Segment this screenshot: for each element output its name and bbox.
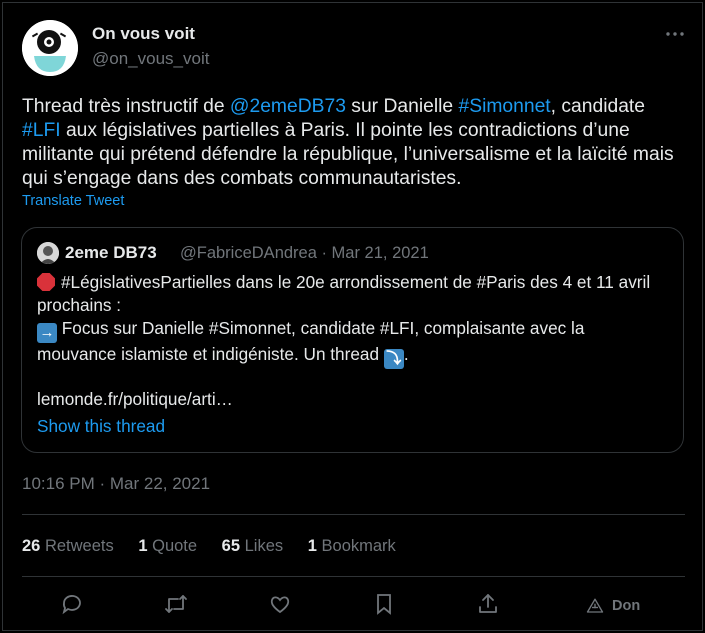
engagement-stats: 26 Retweets 1 Quote 65 Likes 1 Bookmark bbox=[22, 537, 416, 556]
tweet-text-segment: Thread très instructif de bbox=[22, 96, 230, 117]
quoted-line-1: #LégislativesPartielles dans le 20e arro… bbox=[37, 272, 651, 315]
tweet-text-segment: aux législatives partielles à Paris. Il … bbox=[22, 120, 674, 189]
share-button[interactable] bbox=[476, 592, 502, 618]
retweets-stat[interactable]: 26 Retweets bbox=[22, 537, 114, 555]
quoted-handle-date: @FabriceDAndrea · Mar 21, 2021 bbox=[180, 244, 429, 262]
author-handle[interactable]: @on_vous_voit bbox=[92, 49, 209, 69]
tweet-timestamp[interactable]: 10:16 PM · Mar 22, 2021 bbox=[22, 474, 210, 494]
author-avatar[interactable] bbox=[22, 20, 78, 76]
divider bbox=[22, 514, 685, 515]
quoted-tweet-card[interactable]: 2eme DB73 @FabriceDAndrea · Mar 21, 2021… bbox=[21, 227, 684, 453]
portrait-avatar-icon bbox=[37, 242, 59, 264]
donate-label: Don bbox=[612, 598, 641, 614]
quoted-url[interactable]: lemonde.fr/politique/arti… bbox=[37, 389, 233, 410]
tweet-text-segment: , candidate bbox=[550, 96, 646, 117]
donate-button[interactable]: Don bbox=[586, 596, 640, 616]
bookmark-icon bbox=[377, 594, 391, 615]
divider bbox=[22, 576, 685, 577]
reply-icon bbox=[62, 595, 81, 615]
down-turn-arrow-icon: ⤵ bbox=[383, 349, 404, 369]
mention-link[interactable]: @2emeDB73 bbox=[230, 96, 346, 117]
hashtag-link[interactable]: #LFI bbox=[22, 120, 61, 141]
donate-icon bbox=[586, 598, 604, 613]
quoted-author-name[interactable]: 2eme DB73 bbox=[65, 243, 157, 263]
more-dots-icon bbox=[666, 32, 684, 36]
reply-button[interactable] bbox=[60, 592, 86, 618]
quoted-author-avatar[interactable] bbox=[37, 242, 59, 264]
like-button[interactable] bbox=[268, 592, 294, 618]
bookmarks-stat[interactable]: 1 Bookmark bbox=[308, 537, 396, 555]
likes-stat[interactable]: 65 Likes bbox=[222, 537, 283, 555]
quoted-line-2-end: . bbox=[403, 344, 409, 364]
retweet-icon bbox=[165, 595, 187, 613]
stop-sign-icon bbox=[37, 273, 55, 291]
more-options-button[interactable] bbox=[664, 26, 686, 42]
show-thread-link[interactable]: Show this thread bbox=[37, 416, 165, 437]
share-icon bbox=[479, 594, 497, 613]
bookmark-button[interactable] bbox=[372, 592, 398, 618]
hashtag-link[interactable]: #Simonnet bbox=[458, 96, 550, 117]
heart-icon bbox=[270, 596, 290, 614]
right-arrow-icon: → bbox=[37, 323, 57, 343]
tweet-text: Thread très instructif de @2emeDB73 sur … bbox=[22, 95, 682, 191]
quoted-text: #LégislativesPartielles dans le 20e arro… bbox=[37, 271, 662, 369]
tweet-text-segment: sur Danielle bbox=[345, 96, 459, 117]
surveillance-eye-logo-icon bbox=[22, 20, 78, 76]
translate-tweet-link[interactable]: Translate Tweet bbox=[22, 193, 124, 209]
author-name[interactable]: On vous voit bbox=[92, 24, 195, 44]
quotes-stat[interactable]: 1 Quote bbox=[138, 537, 197, 555]
quoted-line-2: Focus sur Danielle #Simonnet, candidate … bbox=[37, 318, 585, 364]
retweet-button[interactable] bbox=[164, 592, 190, 618]
